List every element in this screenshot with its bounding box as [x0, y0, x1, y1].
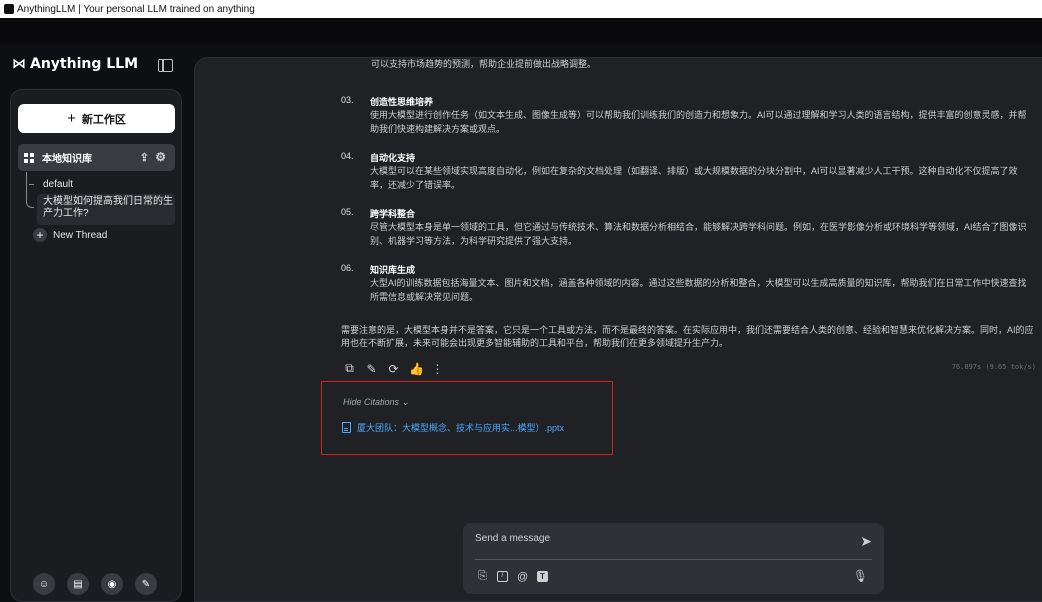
sidebar-toggle-icon[interactable]	[158, 59, 173, 72]
send-icon[interactable]: ➤	[860, 533, 872, 550]
book-icon[interactable]: ▤	[67, 573, 89, 595]
thread-item-active[interactable]: 大模型如何提高我们日常的生产力工作?	[37, 194, 175, 225]
plus-circle-icon: +	[33, 228, 47, 242]
citations-panel: Hide Citations ⌄ 厦大团队：大模型概念、技术与应用实...模型）…	[321, 381, 613, 455]
item-number: 04.	[341, 151, 354, 161]
edit-icon[interactable]: ✎	[365, 362, 378, 376]
item-body: 大模型可以在某些领域实现高度自动化，例如在复杂的文档处理（如翻译、排版）或大规模…	[370, 166, 1018, 190]
at-mention-icon[interactable]: @	[517, 571, 528, 583]
more-options-icon[interactable]: ⋮	[431, 362, 444, 376]
item-number: 06.	[341, 263, 354, 273]
hide-citations-toggle[interactable]: Hide Citations ⌄	[343, 397, 409, 408]
copy-icon[interactable]: ⧉	[343, 361, 356, 376]
brand-name: Anything LLM	[30, 56, 139, 72]
plus-icon: +	[67, 110, 76, 127]
composer-tools: ⎘ / @ T	[477, 570, 548, 583]
top-strip	[0, 18, 1042, 44]
new-workspace-button[interactable]: + 新工作区	[18, 104, 175, 133]
wrench-icon[interactable]: ✎	[135, 573, 157, 595]
item-body: 尽管大模型本身是单一领域的工具，但它通过与传统技术、算法和数据分析相结合，能够解…	[370, 222, 1027, 246]
chat-panel: 可以支持市场趋势的预测，帮助企业提前做出战略调整。 03. 创造性思维培养 使用…	[194, 57, 1042, 602]
citation-link[interactable]: 厦大团队：大模型概念、技术与应用实...模型）.pptx	[342, 421, 564, 434]
hide-citations-label: Hide Citations	[343, 397, 400, 407]
composer-divider	[475, 559, 872, 560]
item-number: 05.	[341, 207, 354, 217]
window-titlebar: AnythingLLM | Your personal LLM trained …	[0, 0, 1042, 18]
message-input[interactable]: Send a message	[475, 533, 550, 544]
new-thread-button[interactable]: + New Thread	[33, 228, 107, 242]
brand-logo[interactable]: ⋈ Anything LLM	[12, 56, 138, 72]
summary-paragraph: 需要注意的是，大模型本身并不是答案，它只是一个工具或方法，而不是最终的答案。在实…	[341, 325, 1034, 348]
workspace-item[interactable]: 本地知识库 ⇪ ⚙	[18, 144, 175, 171]
microphone-icon[interactable]: 🎙	[853, 569, 868, 583]
thread-tree-line	[26, 172, 34, 208]
app-icon	[4, 4, 14, 14]
item-title: 知识库生成	[370, 265, 416, 275]
item-body: 大型AI的训练数据包括海量文本、图片和文档，涵盖各种领域的内容。通过这些数据的分…	[370, 278, 1027, 302]
window-title: AnythingLLM | Your personal LLM trained …	[17, 3, 255, 15]
regenerate-icon[interactable]: ⟳	[387, 362, 400, 376]
item-title: 创造性思维培养	[370, 97, 434, 107]
citation-filename: 厦大团队：大模型概念、技术与应用实...模型）.pptx	[357, 423, 565, 433]
workspace-name: 本地知识库	[42, 154, 92, 165]
slash-command-icon[interactable]: /	[497, 571, 508, 582]
attachment-icon[interactable]: ⎘	[477, 570, 488, 583]
new-workspace-label: 新工作区	[81, 113, 126, 126]
text-size-icon[interactable]: T	[537, 571, 548, 582]
community-icon[interactable]: ☺	[33, 573, 55, 595]
generation-stats: 76.897s (9.65 tok/s)	[951, 363, 1036, 371]
sidebar-footer: ☺ ▤ ◉ ✎	[33, 573, 157, 595]
item-body: 使用大模型进行创作任务（如文本生成、图像生成等）可以帮助我们训练我们的创造力和想…	[370, 110, 1027, 134]
sidebar: + 新工作区 本地知识库 ⇪ ⚙ default 大模型如何提高我们日常的生产力…	[10, 89, 182, 602]
grid-icon	[24, 152, 34, 163]
thread-item-default[interactable]: default	[43, 179, 73, 190]
upload-icon[interactable]: ⇪	[140, 151, 149, 164]
gear-icon[interactable]: ⚙	[155, 150, 166, 164]
chevron-down-icon: ⌄	[401, 397, 410, 407]
message-composer: Send a message ➤ ⎘ / @ T 🎙	[463, 523, 884, 594]
item-number: 03.	[341, 95, 354, 105]
thumbs-up-icon[interactable]: 👍	[409, 362, 424, 376]
message-actions: ⧉ ✎ ⟳ 👍 ⋮	[343, 361, 444, 376]
new-thread-label: New Thread	[53, 229, 108, 241]
item-title: 跨学科整合	[370, 209, 416, 219]
clipped-text: 可以支持市场趋势的预测，帮助企业提前做出战略调整。	[371, 59, 597, 69]
item-title: 自动化支持	[370, 153, 416, 163]
thread-tree-tick	[29, 184, 34, 185]
anything-llm-logo-icon: ⋈	[12, 56, 26, 72]
file-icon	[342, 422, 351, 433]
discord-icon[interactable]: ◉	[101, 573, 123, 595]
